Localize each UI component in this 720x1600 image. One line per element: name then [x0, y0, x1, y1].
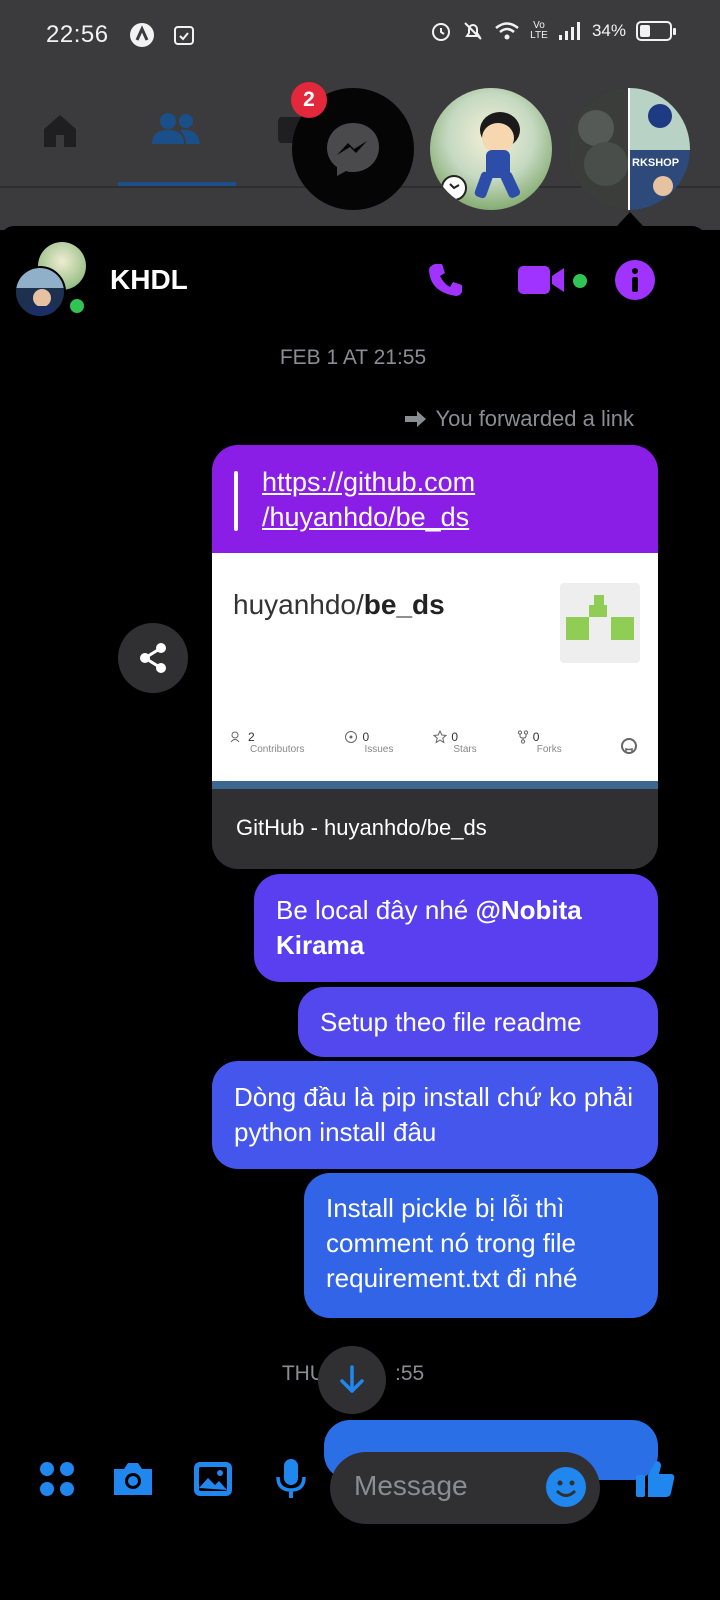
group-chat-head[interactable]: RKSHOP: [568, 88, 690, 210]
scroll-to-bottom-button[interactable]: [318, 1346, 386, 1414]
camera-icon: [114, 1463, 152, 1495]
link-url-line-1[interactable]: https://github.com: [262, 465, 658, 500]
status-time: 22:56: [46, 21, 109, 48]
active-tab-indicator: [118, 182, 236, 186]
quote-bar: [234, 471, 238, 531]
friends-icon: [152, 113, 200, 144]
svg-text:RKSHOP: RKSHOP: [632, 157, 679, 169]
member-avatar-2: [14, 266, 66, 318]
link-url-line-2[interactable]: /huyanhdo/be_ds: [262, 500, 658, 535]
fork-icon: [517, 730, 528, 744]
unread-badge: 2: [291, 82, 327, 118]
info-icon: [615, 260, 655, 300]
link-title: GitHub - huyanhdo/be_ds: [236, 815, 487, 840]
message-timestamp: FEB 1 AT 21:55: [279, 346, 427, 369]
contributors-icon: [230, 731, 240, 743]
nobita-avatar: [441, 112, 521, 201]
more-actions-button[interactable]: [34, 1456, 80, 1502]
preview-title: huyanhdo/be_ds: [233, 589, 445, 621]
calendar-icon: [173, 26, 194, 45]
issues-icon: [345, 731, 358, 743]
arrow-down-icon: [340, 1365, 364, 1393]
chat-panel: KHDL FEB 1 AT 21:55 You forwarded a link…: [0, 226, 706, 1600]
alarm-icon: [431, 23, 450, 41]
battery-icon: [636, 21, 676, 41]
message-bubble[interactable]: Setup theo file readme: [298, 987, 658, 1057]
share-button[interactable]: [118, 623, 188, 693]
github-icon: [621, 738, 637, 754]
link-preview[interactable]: huyanhdo/be_ds 2 Contributors 0 Issues 0: [212, 553, 658, 789]
smiley-icon: [555, 1480, 577, 1497]
voice-message-button[interactable]: [268, 1456, 314, 1502]
battery-fill: [640, 25, 650, 37]
video-camera-icon: [518, 266, 564, 294]
forward-note-text: You forwarded a link: [435, 406, 634, 431]
signal-icon: [558, 22, 580, 40]
app-notification-icon: [129, 23, 154, 47]
conversation-avatar[interactable]: [14, 242, 92, 320]
home-tab[interactable]: [28, 98, 92, 162]
preview-owner: huyanhdo/: [233, 589, 364, 620]
phone-icon: [429, 264, 462, 296]
stat-stars: 0 Stars: [433, 730, 477, 755]
link-url-section: https://github.com /huyanhdo/be_ds: [212, 445, 658, 553]
repo-identicon: [560, 583, 640, 663]
battery-percent: 34%: [591, 21, 626, 40]
message-bubble[interactable]: Install pickle bị lỗi thì comment nó tro…: [304, 1173, 658, 1318]
info-button[interactable]: [614, 258, 656, 302]
stat-forks: 0 Forks: [517, 730, 562, 755]
image-icon: [194, 1462, 232, 1496]
status-bar: 22:56 Vo LTE 34%: [0, 0, 720, 70]
chat-header: KHDL: [0, 226, 706, 336]
thumbs-up-icon: [636, 1461, 675, 1497]
wifi-icon: [495, 22, 519, 40]
message-bubble[interactable]: Be local đây nhé @Nobita Kirama: [254, 874, 658, 982]
video-call-button[interactable]: [516, 258, 568, 302]
stat-contributors: 2 Contributors: [230, 730, 304, 755]
share-icon: [140, 643, 166, 673]
volte-label: Vo LTE: [530, 20, 548, 41]
repo-stats: 2 Contributors 0 Issues 0 Stars 0 Forks: [230, 730, 562, 755]
home-icon: [44, 115, 76, 147]
star-icon: [433, 730, 448, 744]
message-text: Be local đây nhé: [276, 895, 476, 925]
four-dots-icon: [40, 1462, 74, 1496]
messenger-icon: [327, 123, 379, 176]
link-message-card[interactable]: https://github.com /huyanhdo/be_ds huyan…: [212, 445, 658, 869]
like-button[interactable]: [632, 1456, 678, 1502]
group-avatar: RKSHOP: [568, 88, 690, 210]
friends-tab[interactable]: [144, 98, 208, 162]
online-status-dot: [67, 296, 87, 316]
voice-call-button[interactable]: [426, 258, 466, 302]
video-active-dot: [573, 274, 587, 288]
emoji-button[interactable]: [546, 1467, 586, 1507]
gallery-button[interactable]: [190, 1456, 236, 1502]
forward-note: You forwarded a link: [403, 406, 634, 432]
microphone-icon: [276, 1459, 306, 1498]
nobita-chat-head[interactable]: [430, 88, 552, 210]
camera-button[interactable]: [110, 1456, 156, 1502]
chat-head-pointer: [617, 212, 643, 226]
forward-icon: [405, 411, 427, 427]
preview-bottom-bar: [212, 781, 658, 789]
chat-title[interactable]: KHDL: [110, 264, 188, 296]
message-bubble[interactable]: Dòng đầu là pip install chứ ko phải pyth…: [212, 1061, 658, 1169]
mute-bell-icon: [464, 22, 482, 40]
preview-repo: be_ds: [363, 589, 445, 620]
stat-issues: 0 Issues: [344, 730, 393, 755]
